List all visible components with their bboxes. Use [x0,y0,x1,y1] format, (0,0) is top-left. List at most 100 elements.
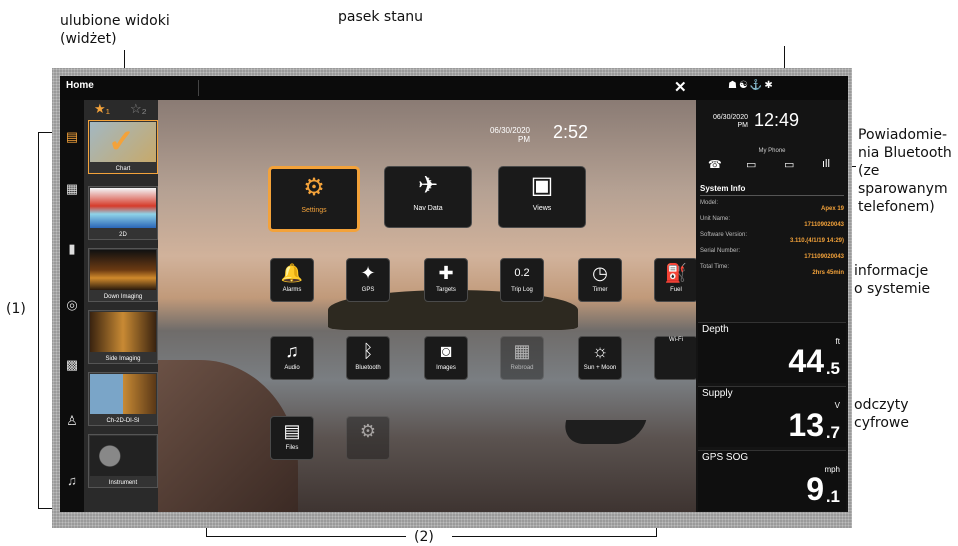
music-note-icon: ♫ [285,341,299,361]
targets-icon: ✚ [438,263,454,283]
tile-label: Fuel [670,287,682,293]
check-icon: ✓ [108,123,135,159]
sysinfo-value: 2hrs 45min [812,270,844,276]
status-bar: Home ✕ ☗☯⚓✱ [60,76,848,101]
fuel-pump-icon: ⛽ [664,263,688,283]
down-imaging-thumbnail [90,250,156,290]
panel-clock: 06/30/2020 PM 12:49 [696,110,848,140]
favorite-label: Ch-2D-DI-SI [106,418,140,424]
depth-readout[interactable]: Depth ft 44 .5 [698,322,846,383]
bluetooth-tile[interactable]: ᛒ Bluetooth [346,336,390,380]
annotation-digital-readouts: odczyty cyfrowe [854,397,909,431]
annotation-label-2: (2) [414,529,434,545]
panel-date: 06/30/2020 PM [712,114,748,129]
annotation-system-info: informacje o systemie [854,263,931,297]
music-icon[interactable]: ♫ [63,472,81,490]
favorite-label: Instrument [108,480,138,486]
system-info: System Info Model: Apex 19 Unit Name: 17… [700,184,844,276]
readout-value: 9 [806,471,824,507]
favorites-widget: ★₁ ☆₂ ✓ Chart 2D Down Imaging Side Imagi… [84,100,158,512]
views-icon: ▣ [530,172,554,199]
left-navigation: ▤ ▦ ▮ ◎ ▩ ♙ ♫ [60,100,84,512]
favorites-tab-2[interactable]: ☆₂ [130,101,147,117]
home-screen-area: 06/30/2020 PM 2:52 ⚙ Settings ✈ Nav Data… [158,100,698,512]
tile-label: Audio [284,365,300,371]
calendar-icon[interactable]: ▦ [63,180,81,198]
status-icons[interactable]: ☗☯⚓✱ [728,80,775,91]
favorite-instrument[interactable]: Instrument [88,434,158,488]
readout-unit: V [834,401,840,410]
message-icon[interactable]: ▭ [746,158,756,171]
favorite-label: Down Imaging [103,294,143,300]
rebroadcast-tile: ▦ Rebroad [500,336,544,380]
targets-tile[interactable]: ✚ Targets [424,258,468,302]
sun-moon-tile[interactable]: ☼ Sun + Moon [578,336,622,380]
combo-thumbnail [90,374,156,414]
gps-tile[interactable]: ✦ GPS [346,258,390,302]
images-tile[interactable]: ◙ Images [424,336,468,380]
wifi-tile[interactable]: Wi-Fi [654,336,698,380]
favorite-2d[interactable]: 2D [88,186,158,240]
panel-time: 12:49 [754,110,800,130]
readout-unit: mph [824,465,840,474]
files-tile[interactable]: ▤ Files [270,416,314,460]
tile-label: Views [532,205,552,212]
favorites-tab-1[interactable]: ★₁ [94,101,110,117]
annotation-favorite-views: ulubione widoki (widżet) [60,13,170,47]
annotation-bluetooth: Powiadomie- nia Bluetooth (ze sparowanym… [858,127,952,215]
map-icon: ✈ [417,172,439,199]
views-tile[interactable]: ▣ Views [498,166,586,228]
person-icon[interactable]: ♙ [63,412,81,430]
favorite-label: 2D [119,232,127,238]
close-icon[interactable]: ✕ [674,78,687,96]
gps-sog-readout[interactable]: GPS SOG mph 9 .1 [698,450,846,511]
sysinfo-value: 171109020043 [804,254,844,260]
tile-label: Nav Data [413,205,443,212]
alarms-tile[interactable]: 🔔 Alarms [270,258,314,302]
favorite-down-imaging[interactable]: Down Imaging [88,248,158,302]
bracket-1 [38,132,39,508]
battery-icon: ▭ [784,159,795,171]
home-date: 06/30/2020 PM [489,126,530,144]
readout-value: 13 [788,407,824,443]
readout-name: Supply [702,388,733,399]
bottle-icon[interactable]: ▮ [63,240,81,258]
settings-tile[interactable]: ⚙ Settings [268,166,360,232]
compass-icon[interactable]: ◎ [63,296,81,314]
trip-log-tile[interactable]: 0.2 Trip Log [500,258,544,302]
bluetooth-icon: ᛒ [362,341,374,361]
instrument-thumbnail [90,436,156,476]
bell-icon: 🔔 [280,263,304,283]
tile-label: Files [285,445,299,451]
system-info-title: System Info [700,184,844,196]
gear-person-icon: ⚙ [359,421,377,441]
favorite-side-imaging[interactable]: Side Imaging [88,310,158,364]
signal-icon: ıll [822,158,830,170]
favorite-combo[interactable]: Ch-2D-DI-SI [88,372,158,426]
tile-label: Settings [301,207,327,214]
tile-label: Bluetooth [355,365,381,371]
phone-name: My Phone [758,148,786,154]
timer-tile[interactable]: ◷ Timer [578,258,622,302]
sun-moon-icon: ☼ [591,341,609,361]
sysinfo-value: Apex 19 [820,206,844,212]
supply-readout[interactable]: Supply V 13 .7 [698,386,846,447]
tile-label: Trip Log [511,287,533,293]
tile-label: Alarms [282,287,302,293]
bluetooth-phone-notifications: My Phone ☎ ▭ ▭ ıll [696,148,848,171]
audio-tile[interactable]: ♫ Audio [270,336,314,380]
fuel-tile[interactable]: ⛽ Fuel [654,258,698,302]
bracket-2 [206,536,406,537]
tile-label: Wi-Fi [669,337,683,343]
favorite-chart[interactable]: ✓ Chart [88,120,158,174]
tile-label: Images [436,365,456,371]
nav-data-tile[interactable]: ✈ Nav Data [384,166,472,228]
satellite-icon: ✦ [360,263,376,283]
grid-icon[interactable]: ▩ [63,356,81,374]
divider [198,80,199,96]
background-boat [559,420,647,444]
sysinfo-value: 3.110.(4/1/19 14:29) [789,238,844,244]
layers-icon[interactable]: ▤ [63,128,81,146]
phone-call-icon[interactable]: ☎ [708,158,722,171]
rebroadcast-icon: ▦ [513,341,531,361]
